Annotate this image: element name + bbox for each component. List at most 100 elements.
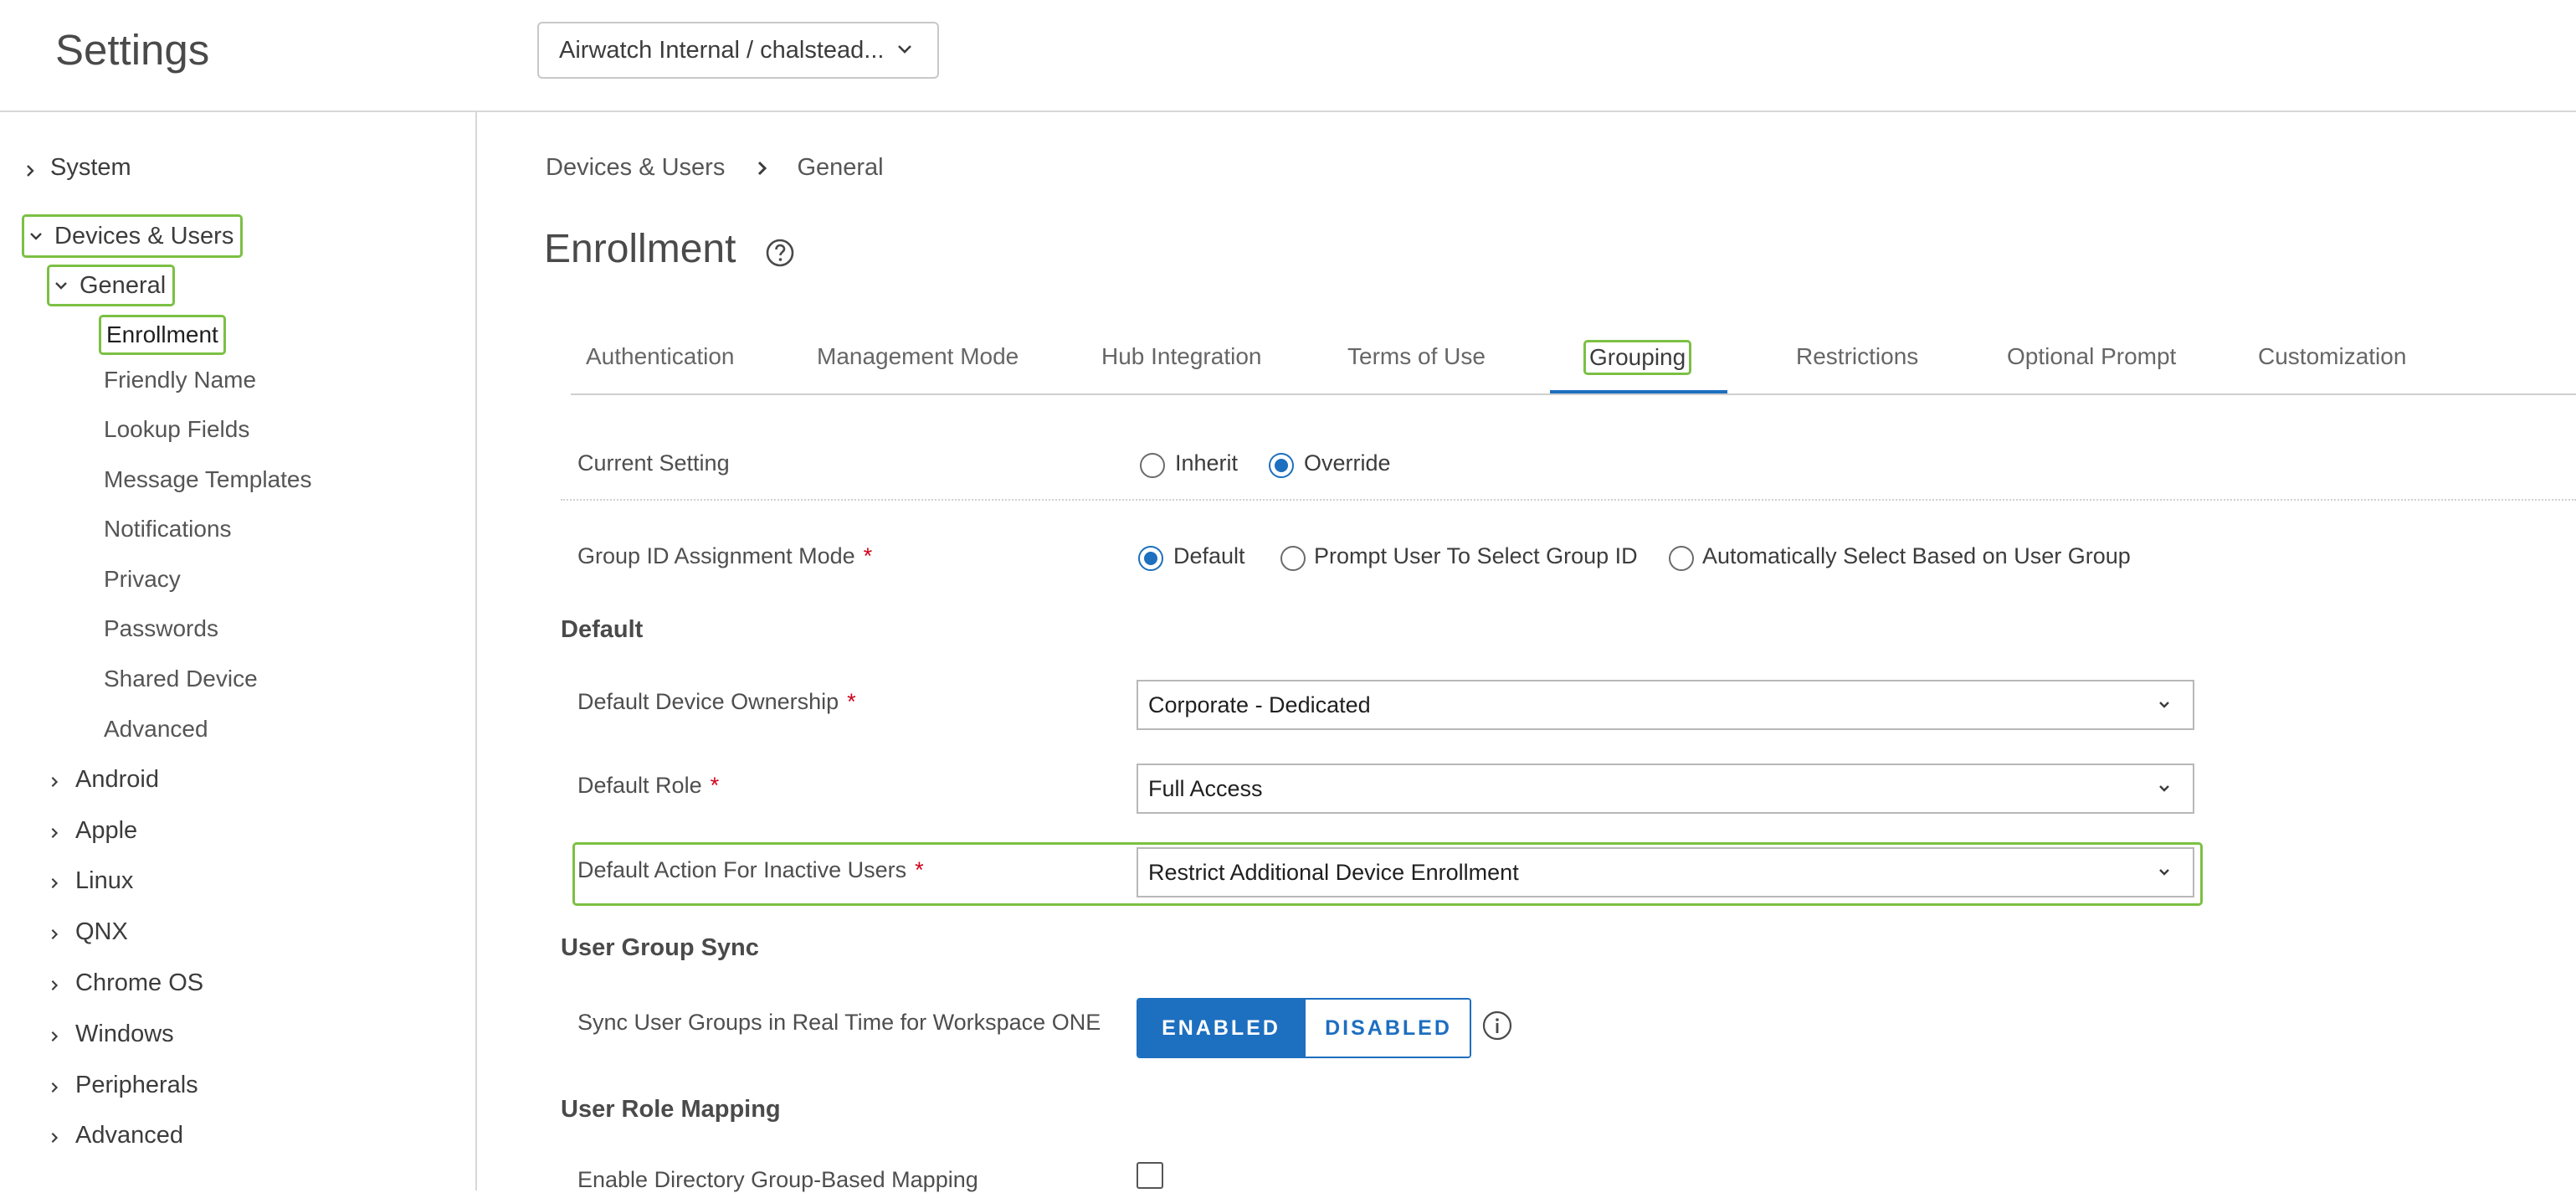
radio-group-default-label: Default bbox=[1173, 543, 1245, 568]
radio-override-label: Override bbox=[1304, 450, 1391, 476]
radio-group-auto-label: Automatically Select Based on User Group bbox=[1702, 543, 2131, 568]
sidebar-item-lookup-fields[interactable]: Lookup Fields bbox=[104, 416, 249, 443]
sidebar-item-chrome-os[interactable]: Chrome OS bbox=[49, 969, 203, 997]
sync-realtime-toggle: ENABLED DISABLED bbox=[1137, 998, 1471, 1058]
sidebar-item-message-templates[interactable]: Message Templates bbox=[104, 466, 312, 493]
chevron-down-icon bbox=[29, 229, 43, 243]
sidebar-item-linux[interactable]: Linux bbox=[49, 867, 133, 895]
device-ownership-select[interactable]: Corporate - Dedicated bbox=[1137, 680, 2194, 730]
sidebar-item-label: Linux bbox=[75, 867, 134, 894]
directory-mapping-label: Enable Directory Group-Based Mapping bbox=[577, 1167, 978, 1192]
sidebar-item-general[interactable]: General bbox=[47, 265, 176, 306]
organization-group-selector[interactable]: Airwatch Internal / chalstead... bbox=[537, 22, 939, 79]
sidebar-item-advanced-general[interactable]: Advanced bbox=[104, 716, 208, 743]
field-label-text: Default Role bbox=[577, 773, 702, 798]
sidebar-item-label: Devices & Users bbox=[54, 222, 234, 249]
sidebar-item-advanced[interactable]: Advanced bbox=[49, 1122, 183, 1149]
select-value: Corporate - Dedicated bbox=[1148, 692, 1371, 717]
section-user-role-mapping: User Role Mapping bbox=[561, 1096, 781, 1123]
radio-inherit-label: Inherit bbox=[1175, 450, 1239, 476]
required-marker: * bbox=[847, 689, 856, 714]
active-tab-indicator bbox=[1550, 390, 1727, 393]
directory-mapping-checkbox[interactable] bbox=[1137, 1162, 1163, 1189]
field-label-text: Default Action For Inactive Users bbox=[577, 857, 907, 882]
tab-customization[interactable]: Customization bbox=[2258, 343, 2406, 370]
sidebar-item-system[interactable]: System bbox=[23, 154, 131, 182]
breadcrumb-current: General bbox=[797, 154, 884, 181]
divider bbox=[561, 499, 2576, 501]
tab-optional-prompt[interactable]: Optional Prompt bbox=[2007, 343, 2176, 370]
radio-group-auto[interactable] bbox=[1669, 546, 1694, 571]
tab-terms-of-use[interactable]: Terms of Use bbox=[1347, 343, 1486, 370]
app-header: Settings Airwatch Internal / chalstead..… bbox=[0, 0, 2576, 112]
required-marker: * bbox=[710, 773, 720, 798]
tab-hub-integration[interactable]: Hub Integration bbox=[1101, 343, 1261, 370]
chevron-down-icon bbox=[2158, 698, 2171, 712]
enabled-button[interactable]: ENABLED bbox=[1138, 1000, 1304, 1057]
chevron-right-icon bbox=[49, 877, 60, 889]
required-marker: * bbox=[863, 543, 873, 568]
chevron-down-icon bbox=[895, 40, 914, 59]
radio-group-prompt[interactable] bbox=[1280, 546, 1306, 571]
chevron-right-icon bbox=[757, 161, 768, 176]
info-icon[interactable] bbox=[1481, 1010, 1513, 1041]
sidebar-item-label: System bbox=[50, 154, 131, 181]
inactive-action-label: Default Action For Inactive Users * bbox=[577, 857, 924, 883]
sidebar-item-privacy[interactable]: Privacy bbox=[104, 566, 181, 593]
current-setting-label: Current Setting bbox=[577, 450, 730, 476]
sidebar-item-android[interactable]: Android bbox=[49, 766, 159, 794]
sidebar-item-enrollment[interactable]: Enrollment bbox=[99, 315, 226, 355]
section-default: Default bbox=[561, 616, 644, 643]
app-title: Settings bbox=[55, 26, 210, 74]
org-selector-value: Airwatch Internal / chalstead... bbox=[559, 36, 885, 64]
help-circle-icon[interactable] bbox=[765, 238, 795, 268]
chevron-right-icon bbox=[49, 928, 60, 940]
sidebar-item-qnx[interactable]: QNX bbox=[49, 918, 128, 946]
sidebar-item-shared-device[interactable]: Shared Device bbox=[104, 666, 258, 692]
section-user-group-sync: User Group Sync bbox=[561, 934, 759, 961]
sidebar-item-passwords[interactable]: Passwords bbox=[104, 615, 218, 642]
breadcrumb-parent[interactable]: Devices & Users bbox=[546, 154, 725, 181]
default-role-select[interactable]: Full Access bbox=[1137, 764, 2194, 814]
sidebar-item-peripherals[interactable]: Peripherals bbox=[49, 1072, 198, 1099]
sidebar-item-label: Chrome OS bbox=[75, 969, 204, 996]
inactive-action-select[interactable]: Restrict Additional Device Enrollment bbox=[1137, 847, 2194, 897]
sidebar-item-friendly-name[interactable]: Friendly Name bbox=[104, 367, 256, 393]
field-label-text: Group ID Assignment Mode bbox=[577, 543, 855, 568]
tab-grouping[interactable]: Grouping bbox=[1583, 340, 1692, 375]
radio-group-prompt-label: Prompt User To Select Group ID bbox=[1314, 543, 1638, 568]
sidebar: System Devices & Users General Enrollmen… bbox=[0, 112, 477, 1190]
breadcrumb: Devices & Users General bbox=[546, 154, 884, 182]
tab-restrictions[interactable]: Restrictions bbox=[1796, 343, 1918, 370]
sidebar-item-windows[interactable]: Windows bbox=[49, 1021, 174, 1048]
sidebar-item-apple[interactable]: Apple bbox=[49, 817, 137, 845]
chevron-down-icon bbox=[54, 279, 68, 292]
group-id-mode-label: Group ID Assignment Mode * bbox=[577, 543, 872, 569]
sidebar-item-label: Apple bbox=[75, 817, 138, 844]
chevron-right-icon bbox=[49, 1132, 60, 1144]
required-marker: * bbox=[915, 857, 924, 882]
sidebar-item-notifications[interactable]: Notifications bbox=[104, 516, 232, 543]
radio-inherit[interactable] bbox=[1140, 453, 1165, 478]
radio-group-default[interactable] bbox=[1138, 546, 1163, 571]
sidebar-item-devices-users[interactable]: Devices & Users bbox=[22, 214, 244, 258]
disabled-button[interactable]: DISABLED bbox=[1304, 1000, 1470, 1057]
sidebar-item-label: Advanced bbox=[75, 1122, 183, 1149]
sidebar-item-label: QNX bbox=[75, 918, 128, 945]
sidebar-item-label: General bbox=[80, 271, 167, 299]
device-ownership-label: Default Device Ownership * bbox=[577, 689, 856, 715]
sync-realtime-label: Sync User Groups in Real Time for Worksp… bbox=[577, 1010, 1101, 1035]
chevron-right-icon bbox=[23, 164, 37, 177]
radio-override[interactable] bbox=[1269, 453, 1294, 478]
chevron-down-icon bbox=[2158, 866, 2171, 879]
select-value: Restrict Additional Device Enrollment bbox=[1148, 860, 1519, 885]
chevron-right-icon bbox=[49, 827, 60, 839]
field-label-text: Default Device Ownership bbox=[577, 689, 839, 714]
chevron-right-icon bbox=[49, 776, 60, 788]
default-role-label: Default Role * bbox=[577, 773, 719, 799]
tab-bar: Authentication Management Mode Hub Integ… bbox=[571, 335, 2576, 395]
tab-management-mode[interactable]: Management Mode bbox=[817, 343, 1019, 370]
select-value: Full Access bbox=[1148, 776, 1263, 801]
chevron-right-icon bbox=[49, 1031, 60, 1042]
tab-authentication[interactable]: Authentication bbox=[586, 343, 734, 370]
